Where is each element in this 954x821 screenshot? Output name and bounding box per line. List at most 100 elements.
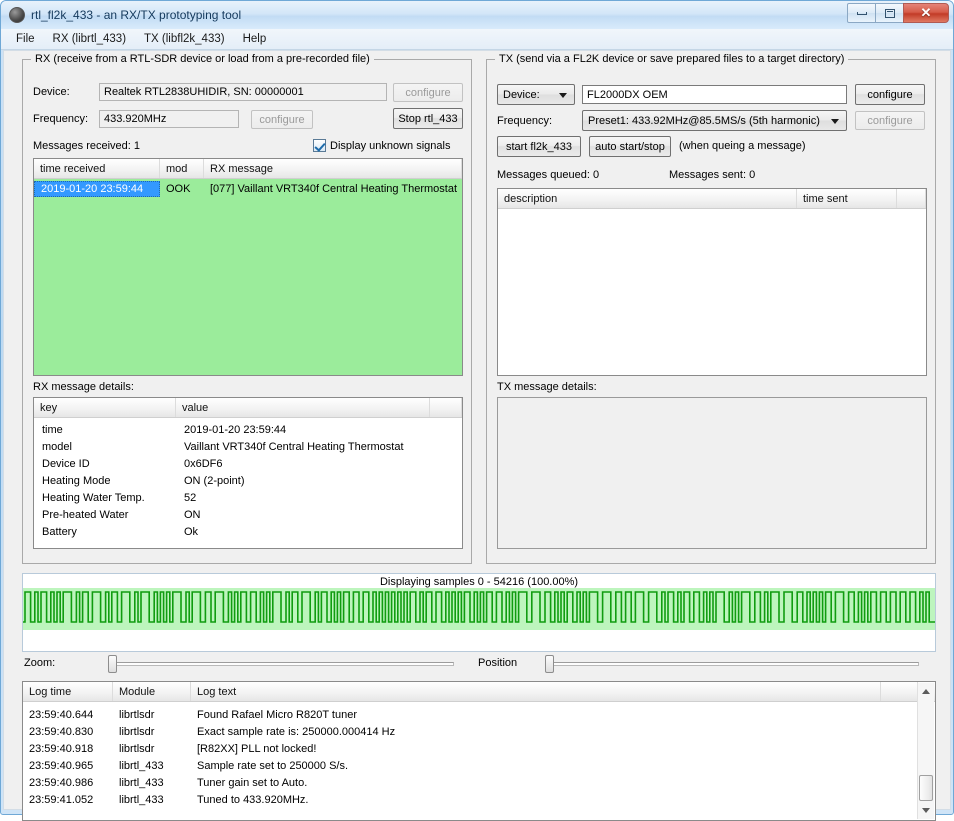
chevron-down-icon xyxy=(831,118,839,124)
rx-messages-received-label: Messages received: 1 xyxy=(33,140,140,152)
log-col-time[interactable]: Log time xyxy=(23,682,113,701)
chevron-down-icon xyxy=(559,92,567,98)
rx-device-label: Device: xyxy=(33,86,70,98)
tx-frequency-dropdown-label: Preset1: 433.92MHz@85.5MS/s (5th harmoni… xyxy=(588,114,820,127)
tx-auto-note: (when queing a message) xyxy=(679,140,806,152)
table-row[interactable]: Heating Mode ON (2-point) xyxy=(34,472,462,489)
tx-queue-body xyxy=(498,209,926,375)
position-label: Position xyxy=(478,657,518,669)
window-title: rtl_fl2k_433 - an RX/TX prototyping tool xyxy=(31,8,242,22)
zoom-slider-thumb[interactable] xyxy=(108,655,117,673)
log-cell-time: 23:59:41.052 xyxy=(29,793,94,806)
table-row[interactable]: 23:59:40.918 librtlsdr [R82XX] PLL not l… xyxy=(23,740,935,757)
scroll-down-icon xyxy=(922,808,930,813)
table-row[interactable]: Battery Ok xyxy=(34,523,462,540)
table-row[interactable]: model Vaillant VRT340f Central Heating T… xyxy=(34,438,462,455)
minimize-icon xyxy=(856,11,867,15)
table-row[interactable]: Device ID 0x6DF6 xyxy=(34,455,462,472)
tx-start-button[interactable]: start fl2k_433 xyxy=(497,136,581,157)
log-cell-time: 23:59:40.644 xyxy=(29,708,94,721)
rx-details-col-extra[interactable] xyxy=(430,398,462,417)
log-col-text[interactable]: Log text xyxy=(191,682,881,701)
log-cell-module: librtlsdr xyxy=(119,708,155,721)
rx-frequency-field[interactable]: 433.920MHz xyxy=(99,110,239,128)
minimize-button[interactable] xyxy=(847,3,876,23)
tx-col-description[interactable]: description xyxy=(498,189,797,208)
detail-key: Heating Mode xyxy=(42,474,111,487)
scroll-up-icon xyxy=(922,689,930,694)
tx-queue-list[interactable]: description time sent xyxy=(497,188,927,376)
table-row[interactable]: 23:59:41.052 librtl_433 Tuned to 433.920… xyxy=(23,791,935,808)
rx-details-col-key[interactable]: key xyxy=(34,398,176,417)
rx-message-list[interactable]: time received mod RX message 2019-01-20 … xyxy=(33,158,463,376)
close-button[interactable]: ✕ xyxy=(903,3,949,23)
menu-item-tx[interactable]: TX (libfl2k_433) xyxy=(135,31,234,47)
rx-device-configure-button: configure xyxy=(393,83,463,102)
log-cell-time: 23:59:40.986 xyxy=(29,776,94,789)
tx-col-time-sent[interactable]: time sent xyxy=(797,189,897,208)
detail-value: 2019-01-20 23:59:44 xyxy=(184,423,287,436)
log-scrollbar[interactable] xyxy=(917,683,934,819)
tx-frequency-label: Frequency: xyxy=(497,115,553,127)
position-slider-thumb[interactable] xyxy=(545,655,554,673)
rx-device-field[interactable]: Realtek RTL2838UHIDIR, SN: 00000001 xyxy=(99,83,387,101)
tx-col-extra[interactable] xyxy=(897,189,926,208)
detail-value: ON xyxy=(184,508,201,521)
table-row[interactable]: Heating Water Temp. 52 xyxy=(34,489,462,506)
menu-item-file[interactable]: File xyxy=(7,31,44,47)
waveform-caption: Displaying samples 0 - 54216 (100.00%) xyxy=(379,576,579,588)
log-col-extra[interactable] xyxy=(881,682,918,701)
table-row[interactable]: 23:59:40.986 librtl_433 Tuner gain set t… xyxy=(23,774,935,791)
rx-list-header: time received mod RX message xyxy=(34,159,462,179)
display-unknown-signals-checkbox[interactable]: Display unknown signals xyxy=(313,139,450,152)
tx-device-field[interactable]: FL2000DX OEM xyxy=(582,85,847,104)
tx-device-dropdown-label: Device: xyxy=(503,88,540,101)
log-cell-text: Tuner gain set to Auto. xyxy=(197,776,308,789)
rx-cell-time: 2019-01-20 23:59:44 xyxy=(34,181,160,197)
scroll-down-button[interactable] xyxy=(918,802,934,819)
log-cell-module: librtl_433 xyxy=(119,759,164,772)
table-row[interactable]: Pre-heated Water ON xyxy=(34,506,462,523)
rx-details-col-value[interactable]: value xyxy=(176,398,430,417)
table-row[interactable]: 2019-01-20 23:59:44 OOK [077] Vaillant V… xyxy=(34,181,462,197)
detail-value: 52 xyxy=(184,491,197,504)
tx-frequency-dropdown[interactable]: Preset1: 433.92MHz@85.5MS/s (5th harmoni… xyxy=(582,110,847,131)
table-row[interactable]: 23:59:40.644 librtlsdr Found Rafael Micr… xyxy=(23,706,935,723)
log-cell-text: [R82XX] PLL not locked! xyxy=(197,742,317,755)
menu-item-rx[interactable]: RX (librtl_433) xyxy=(44,31,136,47)
tx-auto-start-stop-button[interactable]: auto start/stop xyxy=(589,136,671,157)
maximize-button[interactable] xyxy=(875,3,904,23)
detail-value: Vaillant VRT340f Central Heating Thermos… xyxy=(184,440,404,453)
detail-value: Ok xyxy=(184,525,199,538)
log-col-module[interactable]: Module xyxy=(113,682,191,701)
rx-details-header: key value xyxy=(34,398,462,418)
rx-col-time-received[interactable]: time received xyxy=(34,159,160,178)
tx-group: TX (send via a FL2K device or save prepa… xyxy=(486,53,936,564)
rx-stop-button[interactable]: Stop rtl_433 xyxy=(393,108,463,129)
rx-group-title: RX (receive from a RTL-SDR device or loa… xyxy=(31,53,374,65)
scroll-up-button[interactable] xyxy=(918,683,934,700)
tx-device-configure-button[interactable]: configure xyxy=(855,84,925,105)
tx-details-panel[interactable] xyxy=(497,397,927,549)
tx-messages-sent-label: Messages sent: 0 xyxy=(669,169,756,181)
tx-device-dropdown[interactable]: Device: xyxy=(497,84,575,105)
app-circle-icon xyxy=(9,7,25,23)
log-table[interactable]: Log time Module Log text 23:59:40.644 li… xyxy=(22,681,936,821)
menu-item-help[interactable]: Help xyxy=(234,31,276,47)
title-bar: rtl_fl2k_433 - an RX/TX prototyping tool… xyxy=(1,1,953,29)
table-row[interactable]: 23:59:40.830 librtlsdr Exact sample rate… xyxy=(23,723,935,740)
rx-col-mod[interactable]: mod xyxy=(160,159,204,178)
log-cell-text: Sample rate set to 250000 S/s. xyxy=(197,759,349,772)
table-row[interactable]: time 2019-01-20 23:59:44 xyxy=(34,421,462,438)
log-cell-time: 23:59:40.918 xyxy=(29,742,94,755)
zoom-slider-track[interactable] xyxy=(109,662,454,666)
menu-bar: File RX (librtl_433) TX (libfl2k_433) He… xyxy=(1,29,953,50)
rx-col-rx-message[interactable]: RX message xyxy=(204,159,462,178)
position-slider-track[interactable] xyxy=(549,662,919,666)
table-row[interactable]: 23:59:40.965 librtl_433 Sample rate set … xyxy=(23,757,935,774)
scrollbar-thumb[interactable] xyxy=(919,775,933,801)
tx-group-title: TX (send via a FL2K device or save prepa… xyxy=(495,53,849,65)
log-cell-module: librtlsdr xyxy=(119,742,155,755)
rx-details-table[interactable]: key value time 2019-01-20 23:59:44 model… xyxy=(33,397,463,549)
detail-key: Battery xyxy=(42,525,77,538)
